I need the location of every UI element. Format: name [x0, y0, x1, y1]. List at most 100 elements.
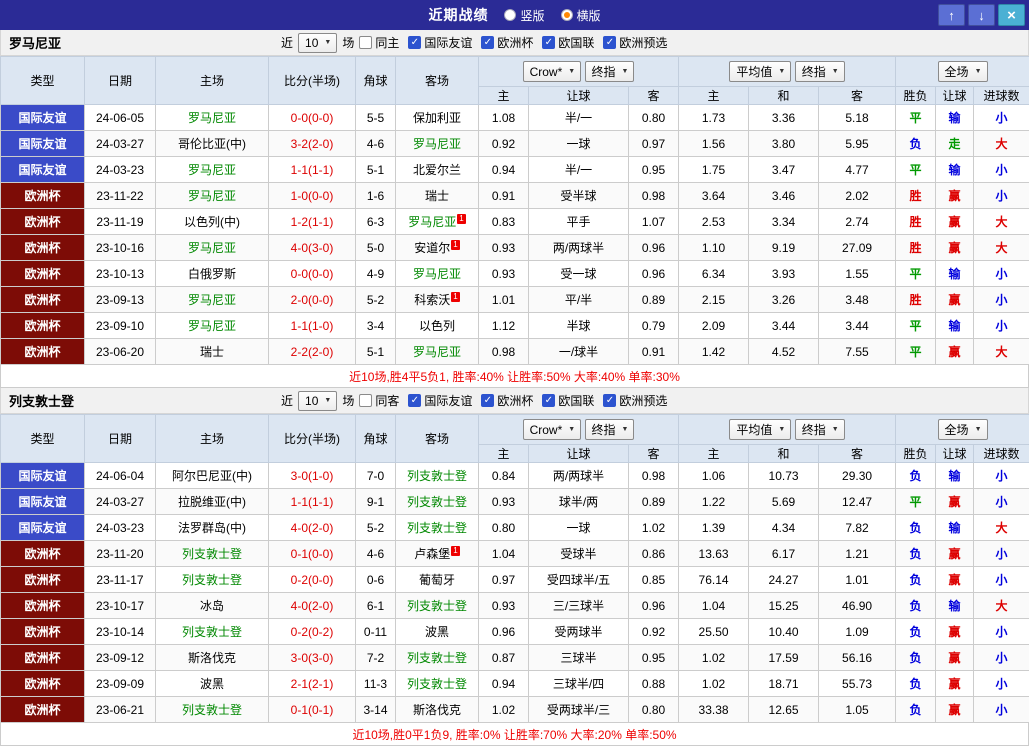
- league-checkbox[interactable]: ✓ 欧洲预选: [603, 34, 667, 51]
- home-team: 以色列(中): [155, 208, 269, 235]
- team-text: 罗马尼亚: [412, 137, 461, 151]
- match-type-badge: 欧洲杯: [0, 566, 85, 593]
- euro-away-odds: 29.30: [818, 462, 897, 489]
- col-header-type: 类型: [0, 56, 85, 105]
- asia-company-select[interactable]: Crow* ▼: [522, 419, 582, 441]
- checkbox-checked-icon: ✓: [542, 394, 556, 407]
- result-wdl: 负: [895, 514, 937, 541]
- checkbox-unchecked-icon: [359, 36, 373, 49]
- match-score: 4-0(2-0): [268, 592, 356, 619]
- same-venue-checkbox[interactable]: 同主: [359, 34, 399, 51]
- close-button[interactable]: ×: [998, 4, 1025, 26]
- match-count-select[interactable]: 10 ▼: [298, 32, 338, 53]
- result-wdl: 负: [895, 566, 937, 593]
- match-row: 国际友谊 24-03-27 哥伦比亚(中) 3-2(2-0) 4-6 罗马尼亚 0.92 一球…: [0, 130, 1029, 157]
- filter-near-label: 近: [281, 36, 294, 50]
- result-goals: 大: [973, 592, 1029, 619]
- result-handicap: 赢: [935, 488, 975, 515]
- home-team: 列支敦士登: [155, 696, 269, 723]
- layout-radio-vertical[interactable]: 竖版: [504, 7, 545, 24]
- match-count-value: 10: [305, 35, 319, 50]
- asia-handicap: 受一球: [528, 260, 629, 287]
- checkbox-checked-icon: ✓: [603, 394, 617, 407]
- match-row: 欧洲杯 23-09-12 斯洛伐克 3-0(3-0) 7-2 列支敦士登 0.87 三球半 0.…: [0, 644, 1029, 671]
- move-down-button[interactable]: ↓: [968, 4, 995, 26]
- league-checkbox[interactable]: ✓ 欧洲预选: [603, 392, 667, 409]
- asia-away-odds: 0.80: [627, 696, 680, 723]
- match-row: 欧洲杯 23-10-16 罗马尼亚 4-0(3-0) 5-0 安道尔 1 0.93 两/两球半 0…: [0, 234, 1029, 261]
- asia-away-odds: 0.91: [627, 338, 680, 365]
- asia-time-select[interactable]: 终指 ▼: [584, 60, 635, 82]
- euro-draw-odds: 9.19: [748, 234, 820, 261]
- away-team: 列支敦士登: [395, 462, 479, 489]
- move-up-button[interactable]: ↑: [938, 4, 965, 26]
- col-header-asia-handicap: 让球: [528, 86, 629, 105]
- asia-home-odds: 0.80: [478, 514, 529, 541]
- col-header-away: 客场: [395, 414, 479, 463]
- result-handicap: 赢: [935, 618, 975, 645]
- match-score: 4-0(2-0): [268, 514, 356, 541]
- red-card-badge: 1: [451, 292, 460, 302]
- euro-draw-odds: 3.46: [748, 182, 820, 209]
- asia-home-odds: 0.98: [478, 338, 529, 365]
- asia-away-odds: 0.95: [627, 156, 680, 183]
- scope-select[interactable]: 全场 ▼: [937, 61, 988, 82]
- league-label: 欧洲杯: [497, 394, 534, 408]
- match-row: 国际友谊 24-03-27 拉脱维亚(中) 1-1(1-1) 9-1 列支敦士登 0.93 球…: [0, 488, 1029, 515]
- layout-radio-horizontal[interactable]: 横版: [560, 7, 601, 24]
- result-wdl: 平: [895, 156, 937, 183]
- asia-time-select[interactable]: 终指 ▼: [584, 418, 635, 440]
- league-checkbox[interactable]: ✓ 欧国联: [542, 392, 594, 409]
- match-score: 3-0(1-0): [268, 462, 356, 489]
- radio-label: 竖版: [520, 8, 545, 23]
- match-type-badge: 欧洲杯: [0, 618, 85, 645]
- league-checkbox[interactable]: ✓ 欧洲杯: [481, 34, 533, 51]
- match-date: 24-03-27: [84, 488, 156, 515]
- league-checkbox[interactable]: ✓ 国际友谊: [408, 34, 472, 51]
- match-date: 23-11-20: [84, 540, 156, 567]
- asia-handicap: 球半/两: [528, 488, 629, 515]
- asia-away-odds: 0.98: [627, 182, 680, 209]
- asia-home-odds: 1.02: [478, 696, 529, 723]
- team-section: 罗马尼亚 近 10 ▼ 场 同主 ✓ 国际友谊 ✓ 欧洲杯 ✓ 欧国联 ✓ 欧洲预选: [0, 30, 1029, 388]
- asia-company-select[interactable]: Crow* ▼: [522, 61, 582, 83]
- euro-home-odds: 1.56: [678, 130, 750, 157]
- team-text: 罗马尼亚: [412, 345, 461, 359]
- match-count-select[interactable]: 10 ▼: [298, 390, 338, 411]
- match-score: 1-0(0-0): [268, 182, 356, 209]
- league-checkbox[interactable]: ✓ 欧国联: [542, 34, 594, 51]
- euro-draw-odds: 3.26: [748, 286, 820, 313]
- euro-away-odds: 1.01: [818, 566, 897, 593]
- filter-matches-label: 场: [342, 394, 355, 408]
- result-header: 全场 ▼: [895, 414, 1029, 445]
- team-text: 列支敦士登: [406, 599, 467, 613]
- match-row: 欧洲杯 23-10-17 冰岛 4-0(2-0) 6-1 列支敦士登 0.93 三/三球半 0.…: [0, 592, 1029, 619]
- same-venue-checkbox[interactable]: 同客: [359, 392, 399, 409]
- euro-company-select[interactable]: 平均值 ▼: [729, 61, 792, 82]
- result-goals: 小: [973, 566, 1029, 593]
- scope-select[interactable]: 全场 ▼: [937, 419, 988, 440]
- league-checkbox[interactable]: ✓ 欧洲杯: [481, 392, 533, 409]
- euro-odds-header: 平均值 ▼ 终指 ▼: [678, 56, 897, 87]
- home-team: 罗马尼亚: [155, 156, 269, 183]
- sections-container: 罗马尼亚 近 10 ▼ 场 同主 ✓ 国际友谊 ✓ 欧洲杯 ✓ 欧国联 ✓ 欧洲预选: [0, 30, 1029, 746]
- euro-company-select[interactable]: 平均值 ▼: [729, 419, 792, 440]
- euro-draw-odds: 4.52: [748, 338, 820, 365]
- team-text: 罗马尼亚: [408, 215, 457, 229]
- result-handicap: 赢: [935, 338, 975, 365]
- match-type-badge: 欧洲杯: [0, 540, 85, 567]
- titlebar-buttons: ↑ ↓ ×: [938, 4, 1025, 26]
- euro-time-select[interactable]: 终指 ▼: [794, 419, 845, 440]
- result-wdl: 负: [895, 130, 937, 157]
- euro-time-select[interactable]: 终指 ▼: [794, 61, 845, 82]
- chevron-down-icon: ▼: [324, 397, 332, 404]
- team-text: 斯洛伐克: [187, 651, 236, 665]
- team-text: 波黑: [424, 625, 449, 639]
- league-checkbox[interactable]: ✓ 国际友谊: [408, 392, 472, 409]
- asia-handicap: 受两球半: [528, 618, 629, 645]
- team-text: 列支敦士登: [406, 521, 467, 535]
- match-date: 23-10-14: [84, 618, 156, 645]
- euro-away-odds: 7.82: [818, 514, 897, 541]
- asia-home-odds: 0.92: [478, 130, 529, 157]
- home-team: 罗马尼亚: [155, 234, 269, 261]
